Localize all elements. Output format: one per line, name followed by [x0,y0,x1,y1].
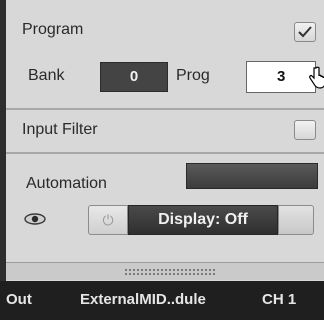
prog-value-field[interactable]: 3 [246,61,316,93]
bank-value-field[interactable]: 0 [100,62,168,92]
eye-icon[interactable] [24,213,46,225]
automation-mode-selector[interactable] [186,163,318,189]
resize-handle[interactable] [6,262,324,280]
separator [6,152,324,154]
channel-label: CH 1 [262,291,297,308]
program-title: Program [22,21,84,38]
program-checkbox[interactable] [294,22,316,42]
inspector-panel: Program Bank 0 Prog 3 Input Filter Autom… [6,0,324,320]
grip-dots-icon [124,268,216,276]
power-button[interactable]: ⏻ [88,205,128,235]
automation-label: Automation [26,175,107,192]
input-filter-label: Input Filter [22,121,98,138]
port-label: Out [6,291,32,308]
power-icon: ⏻ [102,212,114,228]
bank-label: Bank [28,67,65,84]
prog-label: Prog [176,67,210,84]
display-toggle-end[interactable] [278,205,314,235]
hand-cursor-icon [309,66,324,89]
checkmark-icon [298,26,312,38]
output-footer[interactable]: Out ExternalMID..dule CH 1 [0,281,324,320]
input-filter-checkbox[interactable] [294,120,316,140]
display-toggle-button[interactable]: Display: Off [128,205,278,235]
separator [6,108,324,110]
device-name: ExternalMID..dule [80,291,206,308]
